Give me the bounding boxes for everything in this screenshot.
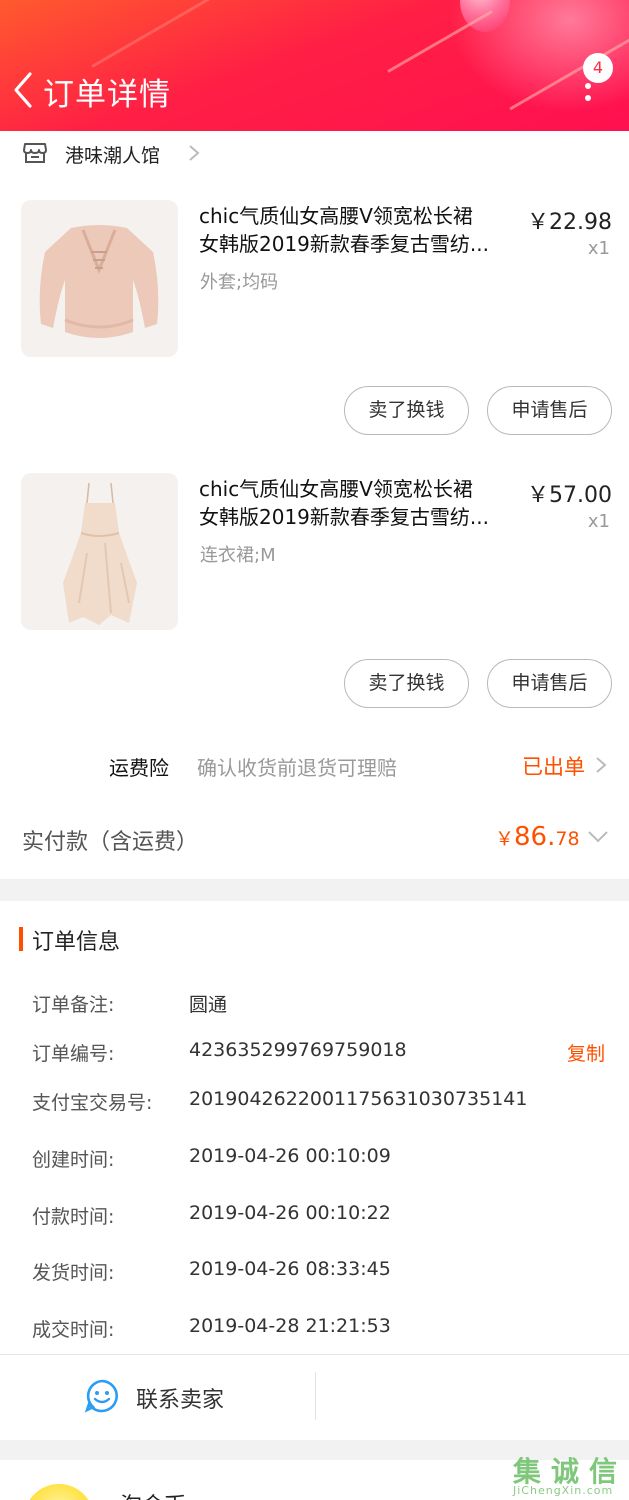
created-time-row: 创建时间: 2019-04-26 00:10:09 — [32, 1145, 391, 1171]
product-title[interactable]: chic气质仙女高腰V领宽松长裙 女韩版2019新款春季复古雪纺... — [199, 202, 515, 260]
decorative-streak — [91, 0, 249, 68]
chevron-right-icon — [189, 145, 200, 161]
contact-seller-button[interactable]: 联系卖家 — [136, 1382, 224, 1414]
product-spec: 连衣裙;M — [200, 545, 276, 566]
alipay-trade-row: 支付宝交易号: 2019042622001175631030735141 — [32, 1088, 528, 1114]
shipping-insurance-desc: 确认收货前退货可理赔 — [197, 756, 397, 780]
product-image[interactable] — [21, 200, 178, 357]
product-spec: 外套;均码 — [200, 272, 279, 293]
order-item[interactable]: chic气质仙女高腰V领宽松长裙 女韩版2019新款春季复古雪纺... ￥57.… — [0, 473, 629, 733]
product-quantity: x1 — [587, 511, 610, 532]
chevron-right-icon[interactable] — [594, 755, 608, 775]
product-price: ￥57.00 — [527, 483, 612, 508]
back-arrow-icon[interactable] — [10, 70, 38, 110]
paid-time-row: 付款时间: 2019-04-26 00:10:22 — [32, 1202, 391, 1228]
watermark-logo: 集 诚 信 JiChengXin.com — [513, 1455, 618, 1497]
product-price: ￥22.98 — [527, 210, 612, 235]
copy-order-number-button[interactable]: 复制 — [567, 1039, 605, 1066]
chevron-down-icon[interactable] — [587, 830, 609, 844]
total-amount: ￥86.78 — [495, 822, 580, 852]
after-sales-button[interactable]: 申请售后 — [487, 386, 612, 435]
resell-button[interactable]: 卖了换钱 — [344, 386, 469, 435]
shipped-time-row: 发货时间: 2019-04-26 08:33:45 — [32, 1258, 391, 1284]
store-name: 港味潮人馆 — [65, 145, 161, 167]
top-bar: 订单详情 4 — [0, 0, 629, 131]
bottom-item-name: 淘金币 — [120, 1488, 186, 1500]
more-options-icon[interactable] — [578, 78, 598, 108]
store-row[interactable]: 港味潮人馆 — [0, 131, 629, 177]
total-label: 实付款（含运费） — [22, 830, 199, 855]
product-image[interactable] — [21, 473, 178, 630]
chat-smiley-icon[interactable] — [84, 1378, 120, 1414]
order-info-title: 订单信息 — [32, 930, 121, 955]
section-gap — [0, 879, 629, 901]
after-sales-button[interactable]: 申请售后 — [487, 659, 612, 708]
store-icon — [23, 143, 47, 163]
vertical-divider — [315, 1372, 316, 1420]
shipping-insurance-status[interactable]: 已出单 — [522, 751, 585, 781]
section-accent-bar — [19, 927, 23, 951]
product-title[interactable]: chic气质仙女高腰V领宽松长裙 女韩版2019新款春季复古雪纺... — [199, 475, 515, 533]
order-note-row: 订单备注: 圆通 — [32, 994, 228, 1016]
order-item[interactable]: chic气质仙女高腰V领宽松长裙 女韩版2019新款春季复古雪纺... ￥22.… — [0, 200, 629, 460]
divider — [0, 1354, 629, 1355]
shipping-insurance-label: 运费险 — [109, 756, 169, 780]
order-number-row: 订单编号: 423635299769759018 — [32, 1039, 407, 1065]
completed-time-row: 成交时间: 2019-04-28 21:21:53 — [32, 1315, 391, 1341]
coin-avatar-icon — [24, 1484, 94, 1500]
page-title: 订单详情 — [43, 77, 171, 113]
resell-button[interactable]: 卖了换钱 — [344, 659, 469, 708]
product-quantity: x1 — [587, 238, 610, 259]
